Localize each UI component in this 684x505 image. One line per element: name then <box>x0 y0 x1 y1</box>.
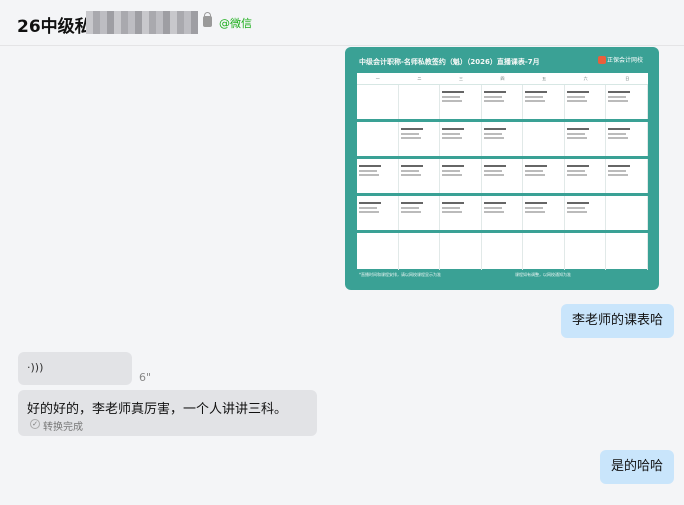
weekday-wed: 三 <box>458 76 463 81</box>
calendar-cell <box>523 196 565 230</box>
calendar-cell <box>440 196 482 230</box>
voice-message[interactable]: ·))) <box>18 352 132 385</box>
calendar-cell <box>523 159 565 193</box>
calendar-cell <box>523 233 565 270</box>
voice-wave-icon: ·))) <box>27 361 44 374</box>
weekday-header: 一 二 三 四 五 六 日 <box>357 73 648 85</box>
calendar-cell <box>399 122 441 156</box>
calendar-cell <box>440 85 482 119</box>
calendar-cell <box>606 196 649 230</box>
calendar-cell <box>606 122 649 156</box>
calendar-cell <box>357 85 399 119</box>
voice-duration: 6" <box>139 371 152 384</box>
schedule-footer-left: *直播时间和课程安排，请以网校课程显示为准 <box>359 272 441 277</box>
weekday-tue: 二 <box>417 76 422 81</box>
check-icon: ✓ <box>30 419 40 429</box>
calendar-cell <box>357 233 399 270</box>
weekday-sun: 日 <box>625 76 630 81</box>
transcript-status: 转换完成 <box>43 422 83 433</box>
calendar-cell <box>482 196 524 230</box>
chat-title[interactable]: 26中级私 <box>17 12 92 37</box>
calendar-cell <box>357 122 399 156</box>
calendar-cell <box>565 233 607 270</box>
calendar-cell <box>482 122 524 156</box>
calendar-cell <box>606 85 649 119</box>
calendar-cell <box>399 159 441 193</box>
message-bubble-outgoing[interactable]: 李老师的课表哈 <box>561 304 675 338</box>
calendar-cell <box>482 159 524 193</box>
schedule-image[interactable]: 中级会计职称-名师私教签约（魁）（2026）直播课表-7月 正保会计网校 一 二… <box>345 47 659 290</box>
calendar-cell <box>357 196 399 230</box>
transcript-text: 好的好的，李老师真厉害，一个人讲讲三科。 <box>27 402 288 417</box>
calendar-week <box>357 159 649 196</box>
calendar-cell <box>399 85 441 119</box>
lock-icon <box>203 12 212 27</box>
wechat-tag: @微信 <box>219 17 252 30</box>
logo-icon <box>598 56 606 64</box>
redacted-name <box>86 11 198 34</box>
message-bubble-outgoing[interactable]: 是的哈哈 <box>600 450 675 484</box>
weekday-thu: 四 <box>500 76 505 81</box>
calendar-cell <box>565 159 607 193</box>
calendar-cell <box>399 233 441 270</box>
calendar-cell <box>482 85 524 119</box>
weekday-fri: 五 <box>542 76 547 81</box>
calendar-week <box>357 85 649 122</box>
calendar-cell <box>565 122 607 156</box>
calendar-cell <box>440 159 482 193</box>
calendar-cell <box>565 85 607 119</box>
calendar-cell <box>523 122 565 156</box>
calendar-cell <box>357 159 399 193</box>
calendar-week <box>357 233 649 270</box>
calendar-cell <box>606 159 649 193</box>
calendar-cell <box>440 233 482 270</box>
calendar-cell <box>440 122 482 156</box>
calendar-cell <box>482 233 524 270</box>
calendar-cell <box>565 196 607 230</box>
schedule-footer-right: 课程如有调整，以网校通知为准 <box>515 272 571 277</box>
weekday-mon: 一 <box>375 76 380 81</box>
voice-transcript-bubble[interactable]: 好的好的，李老师真厉害，一个人讲讲三科。 ✓ 转换完成 <box>18 390 317 436</box>
weekday-sat: 六 <box>583 76 588 81</box>
chat-header: 26中级私 @微信 <box>0 0 684 46</box>
calendar-cell <box>399 196 441 230</box>
calendar-cell <box>606 233 649 270</box>
schedule-title: 中级会计职称-名师私教签约（魁）（2026）直播课表-7月 <box>359 58 540 66</box>
calendar-grid: 一 二 三 四 五 六 日 <box>357 73 649 270</box>
calendar-cell <box>523 85 565 119</box>
calendar-week <box>357 122 649 159</box>
calendar-week <box>357 196 649 233</box>
logo-text: 正保会计网校 <box>607 57 644 64</box>
